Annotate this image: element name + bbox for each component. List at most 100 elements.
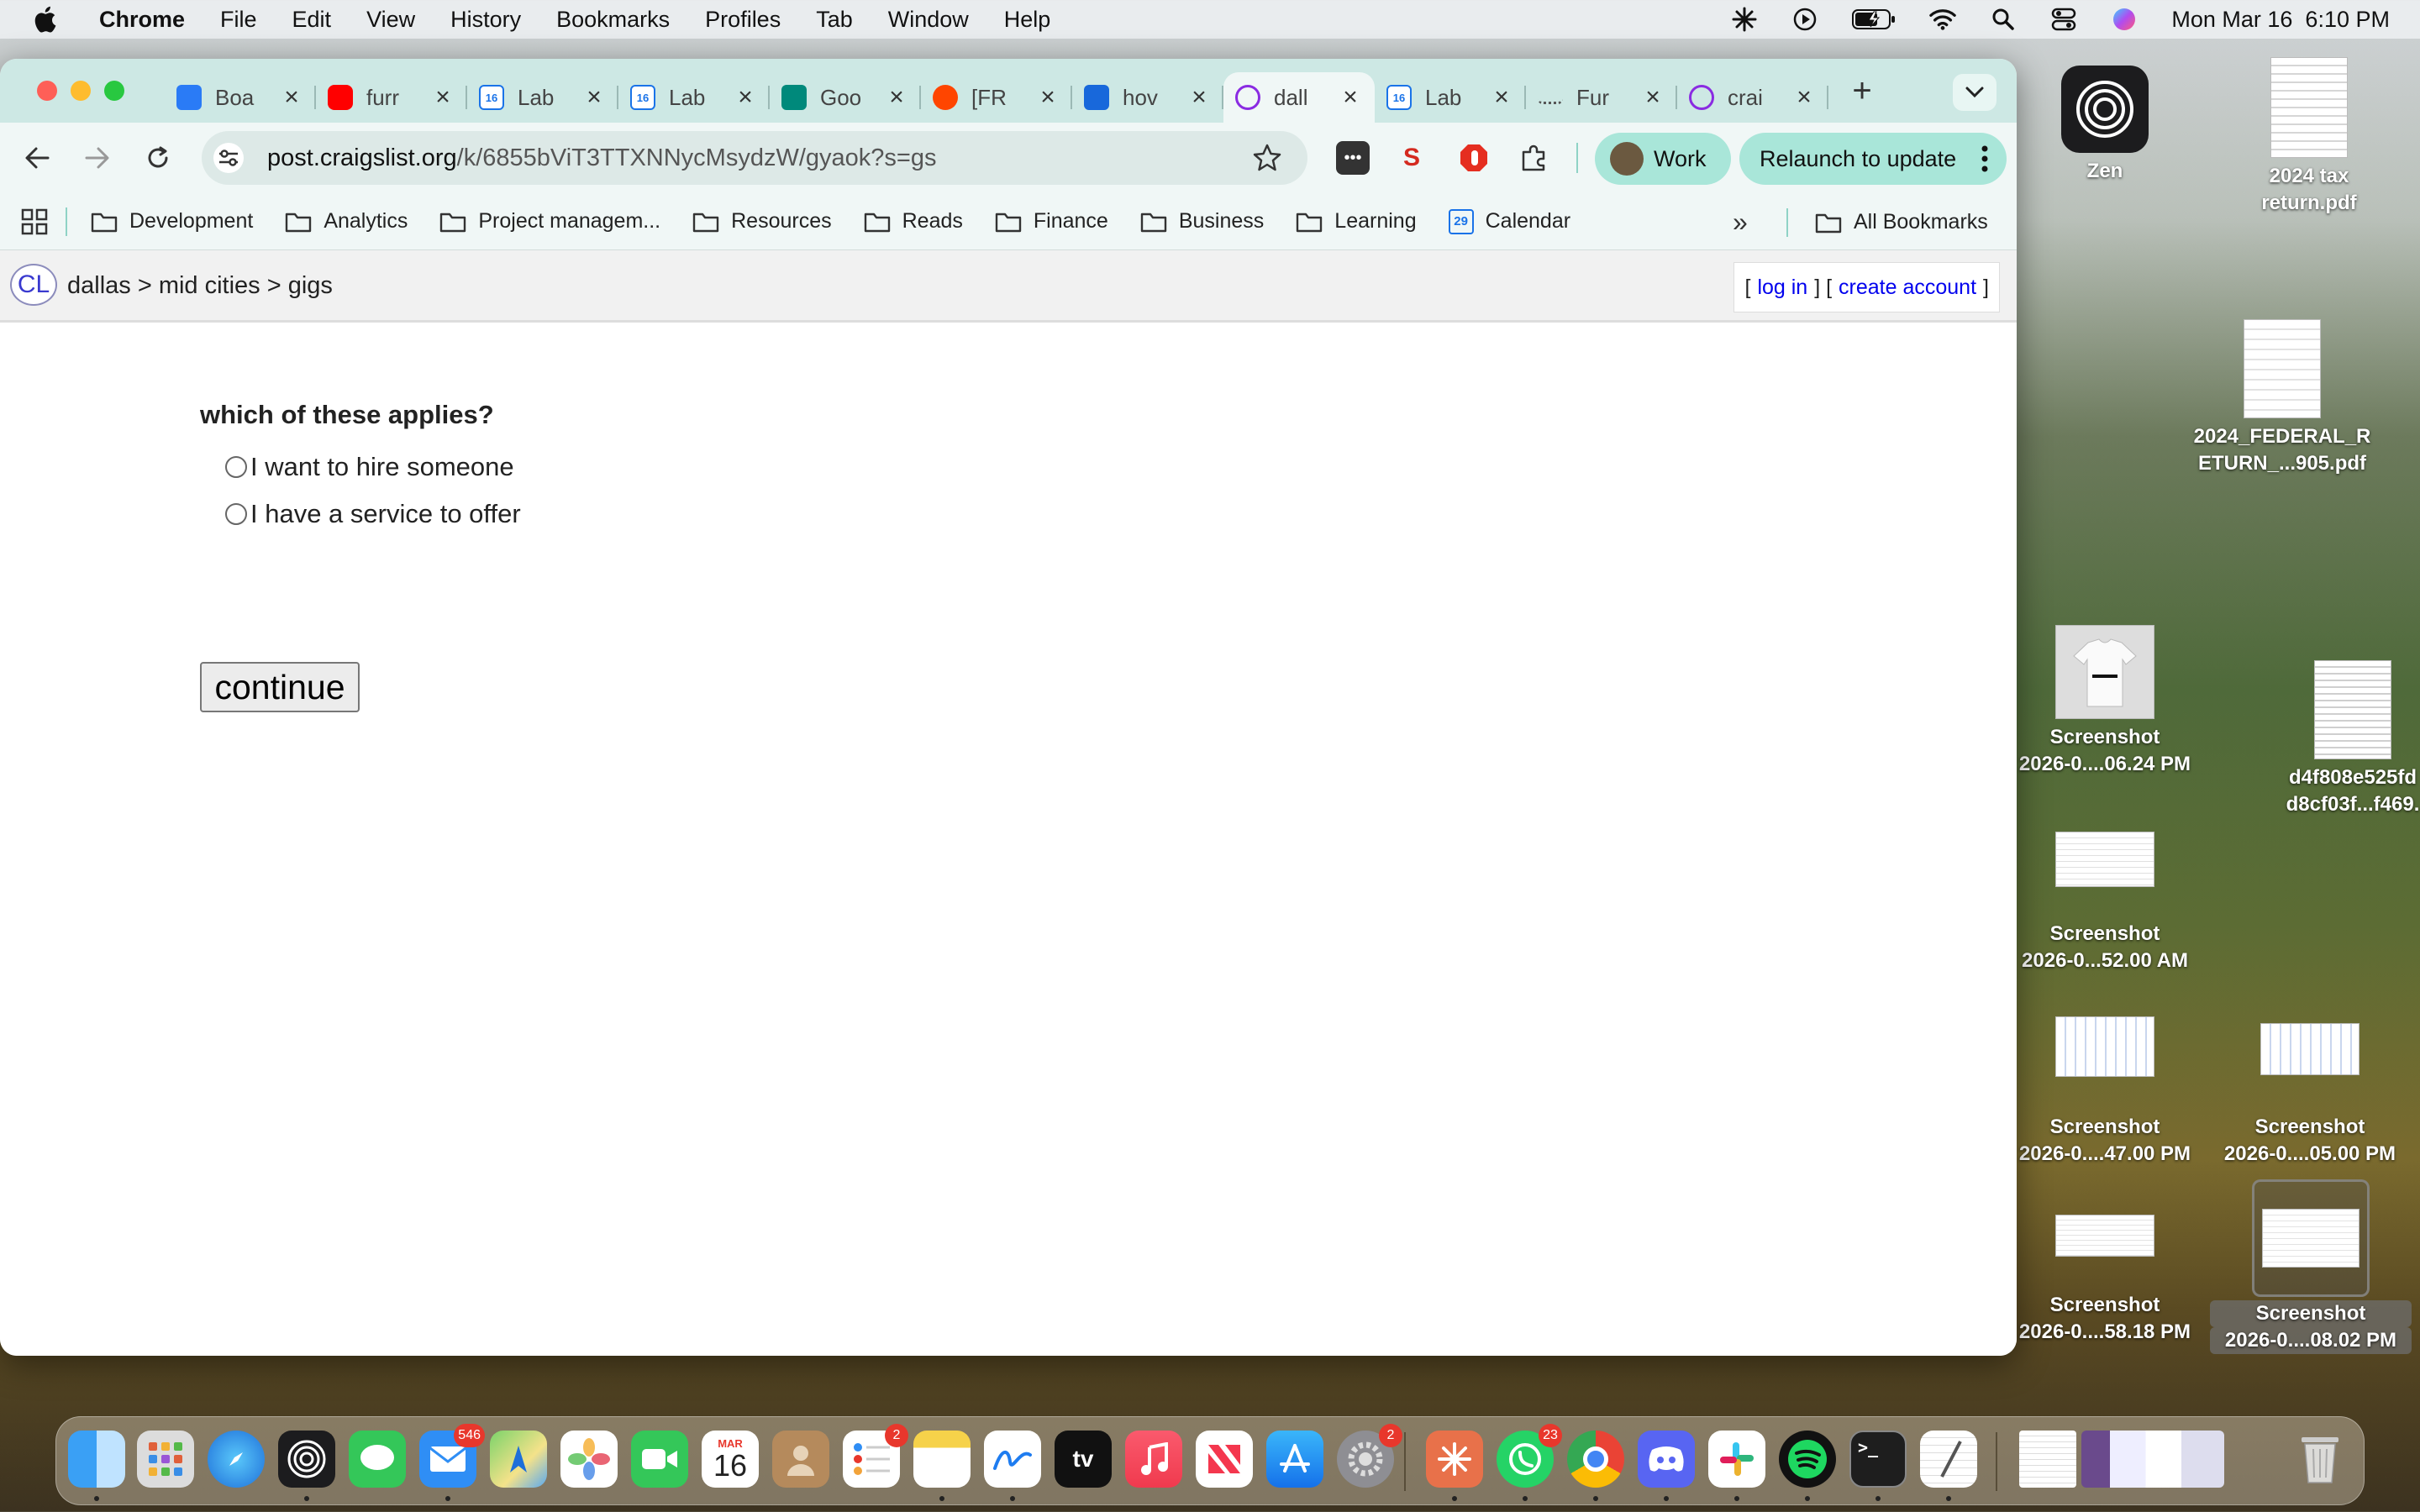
desktop-icon-zen[interactable]: Zen <box>2042 66 2168 185</box>
option-service[interactable]: I have a service to offer <box>225 499 521 529</box>
tab-1[interactable]: furr × <box>316 72 467 123</box>
claude-status-icon[interactable] <box>1731 6 1758 33</box>
menu-profiles[interactable]: Profiles <box>705 7 781 33</box>
breadcrumb[interactable]: dallas > mid cities > gigs <box>67 272 333 300</box>
apple-tv-icon[interactable]: tv <box>1055 1431 1112 1488</box>
bookmark-folder-2[interactable]: Project managem... <box>439 209 660 234</box>
app-store-icon[interactable] <box>1266 1431 1323 1488</box>
menubar-datetime[interactable]: Mon Mar 16 6:10 PM <box>2171 7 2390 33</box>
close-tab-icon[interactable]: × <box>1186 83 1212 112</box>
radio-hire[interactable] <box>225 456 247 478</box>
close-tab-icon[interactable]: × <box>1035 83 1060 112</box>
address-bar[interactable]: post.craigslist.org/k/6855bViT3TTXNNycMs… <box>202 131 1307 185</box>
menu-history[interactable]: History <box>450 7 521 33</box>
notes-icon[interactable] <box>913 1431 971 1488</box>
zoom-window-button[interactable] <box>104 81 124 101</box>
chrome-icon[interactable] <box>1567 1431 1624 1488</box>
menu-view[interactable]: View <box>366 7 415 33</box>
close-tab-icon[interactable]: × <box>581 83 607 112</box>
new-tab-button[interactable]: + <box>1845 72 1879 110</box>
seo-extension-icon[interactable]: S <box>1395 141 1428 175</box>
profile-chip[interactable]: Work <box>1595 133 1731 185</box>
site-info-icon[interactable] <box>213 143 244 173</box>
terminal-icon[interactable]: >_ <box>1849 1431 1907 1488</box>
tab-6[interactable]: hov × <box>1072 72 1223 123</box>
desktop-icon-screenshot-5[interactable]: Screenshot 2026-0....58.18 PM <box>2008 1215 2202 1346</box>
control-center-icon[interactable] <box>2050 6 2077 33</box>
contacts-icon[interactable] <box>772 1431 829 1488</box>
tab-9[interactable]: Fur × <box>1526 72 1677 123</box>
siri-icon[interactable] <box>2111 6 2138 33</box>
tab-4[interactable]: Goo × <box>770 72 921 123</box>
spotify-icon[interactable] <box>1779 1431 1836 1488</box>
downloads-stack-icon[interactable] <box>2019 1431 2076 1488</box>
photos-icon[interactable] <box>560 1431 618 1488</box>
close-tab-icon[interactable]: × <box>430 83 455 112</box>
messages-icon[interactable] <box>349 1431 406 1488</box>
reminders-icon[interactable]: 2 <box>843 1424 908 1488</box>
url-text[interactable]: post.craigslist.org/k/6855bViT3TTXNNycMs… <box>267 144 936 172</box>
bookmark-folder-6[interactable]: Business <box>1140 209 1264 234</box>
close-tab-icon[interactable]: × <box>733 83 758 112</box>
slack-icon[interactable] <box>1708 1431 1765 1488</box>
radio-service[interactable] <box>225 503 247 525</box>
login-link[interactable]: log in <box>1757 276 1807 300</box>
textedit-icon[interactable] <box>1920 1431 1977 1488</box>
apps-grid-icon[interactable] <box>20 207 49 236</box>
mail-icon[interactable]: 546 <box>419 1424 485 1488</box>
create-account-link[interactable]: create account <box>1839 276 1976 300</box>
reload-button[interactable] <box>128 133 188 183</box>
finder-icon[interactable] <box>68 1431 125 1488</box>
launchpad-icon[interactable] <box>137 1431 194 1488</box>
menu-tab[interactable]: Tab <box>816 7 853 33</box>
wifi-icon[interactable] <box>1929 6 1957 33</box>
desktop-icon-hash-file[interactable]: d4f808e525fd d8cf03f...f469. <box>2252 660 2420 818</box>
close-tab-icon[interactable]: × <box>1791 83 1817 112</box>
bookmark-star-icon[interactable] <box>1252 143 1282 173</box>
minimize-window-button[interactable] <box>71 81 91 101</box>
menu-file[interactable]: File <box>220 7 257 33</box>
play-status-icon[interactable] <box>1791 6 1818 33</box>
bookmark-folder-3[interactable]: Resources <box>692 209 832 234</box>
bookmark-folder-1[interactable]: Analytics <box>285 209 408 234</box>
freeform-icon[interactable] <box>984 1431 1041 1488</box>
tab-3[interactable]: 16 Lab × <box>618 72 770 123</box>
apple-menu-icon[interactable] <box>32 6 72 33</box>
news-icon[interactable] <box>1196 1431 1253 1488</box>
close-tab-icon[interactable]: × <box>1489 83 1514 112</box>
tab-0[interactable]: Boa × <box>165 72 316 123</box>
menu-edit[interactable]: Edit <box>292 7 332 33</box>
desktop-icon-tax-return[interactable]: 2024 tax return.pdf <box>2225 57 2393 217</box>
bookmark-folder-4[interactable]: Reads <box>864 209 963 234</box>
relaunch-button[interactable]: Relaunch to update <box>1739 133 2007 185</box>
tab-7[interactable]: dall × <box>1223 72 1375 123</box>
music-icon[interactable] <box>1125 1431 1182 1488</box>
spotlight-search-icon[interactable] <box>1990 6 2017 33</box>
desktop-icon-screenshot-6[interactable]: Screenshot 2026-0....08.02 PM <box>2210 1179 2412 1354</box>
facetime-icon[interactable] <box>631 1431 688 1488</box>
menu-help[interactable]: Help <box>1004 7 1051 33</box>
maps-icon[interactable] <box>490 1431 547 1488</box>
menu-bookmarks[interactable]: Bookmarks <box>556 7 670 33</box>
tab-10[interactable]: crai × <box>1677 72 1828 123</box>
whatsapp-icon[interactable]: 23 <box>1497 1424 1562 1488</box>
close-window-button[interactable] <box>37 81 57 101</box>
back-button[interactable] <box>7 133 67 183</box>
bookmark-folder-0[interactable]: Development <box>91 209 253 234</box>
desktop-icon-federal-return[interactable]: 2024_FEDERAL_R ETURN_...905.pdf <box>2181 319 2383 477</box>
menu-app-name[interactable]: Chrome <box>99 7 185 33</box>
menu-window[interactable]: Window <box>888 7 969 33</box>
password-extension-icon[interactable]: ••• <box>1336 141 1370 175</box>
tab-5[interactable]: [FR × <box>921 72 1072 123</box>
bookmark-calendar[interactable]: 29 Calendar <box>1448 208 1570 234</box>
close-tab-icon[interactable]: × <box>279 83 304 112</box>
desktop-icon-screenshot-4[interactable]: Screenshot 2026-0....05.00 PM <box>2213 1023 2407 1168</box>
continue-button[interactable]: continue <box>200 662 360 712</box>
discord-icon[interactable] <box>1638 1431 1695 1488</box>
more-menu-icon[interactable] <box>1981 144 1988 173</box>
all-bookmarks[interactable]: All Bookmarks <box>1815 210 1988 234</box>
craigslist-logo[interactable]: CL <box>10 264 57 306</box>
adblock-extension-icon[interactable] <box>1457 141 1491 175</box>
claude-icon[interactable] <box>1426 1431 1483 1488</box>
desktop-icon-screenshot-3[interactable]: Screenshot 2026-0....47.00 PM <box>2008 1016 2202 1168</box>
